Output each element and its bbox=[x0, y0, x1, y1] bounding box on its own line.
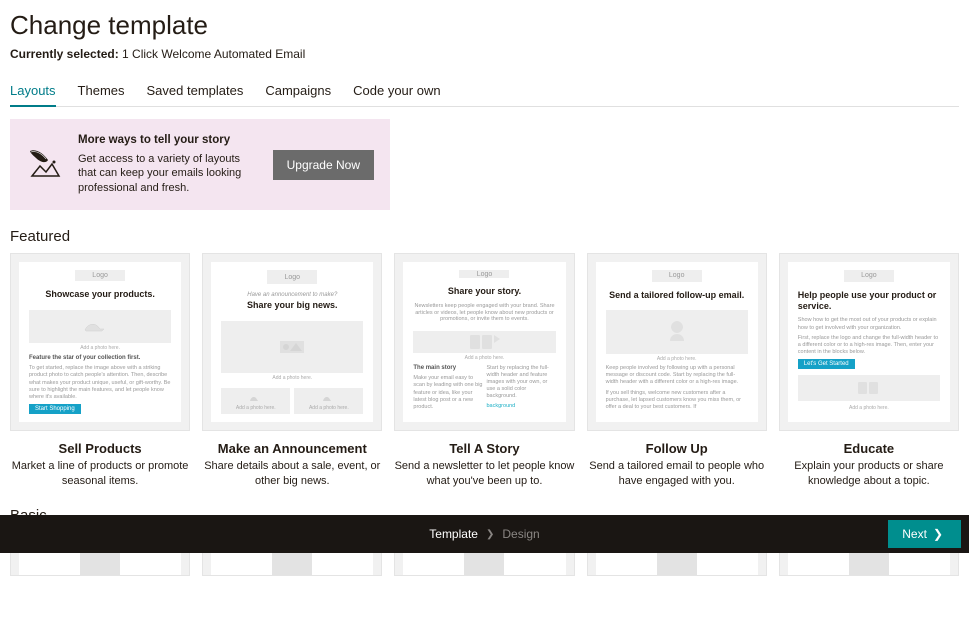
upgrade-button[interactable]: Upgrade Now bbox=[273, 150, 374, 180]
preview-intro: Newsletters keep people engaged with you… bbox=[413, 303, 555, 323]
breadcrumb-step-design[interactable]: Design bbox=[502, 527, 539, 541]
preview-image bbox=[221, 321, 363, 373]
preview-image bbox=[413, 331, 555, 353]
preview-photo-caption: Add a photo here. bbox=[29, 345, 171, 352]
template-name: Sell Products bbox=[10, 441, 190, 456]
tab-saved-templates[interactable]: Saved templates bbox=[147, 77, 244, 106]
chevron-right-icon: ❯ bbox=[486, 529, 494, 540]
preview-sub: Have an announcement to make? bbox=[247, 292, 337, 298]
template-educate[interactable]: Logo Help people use your product or ser… bbox=[779, 253, 959, 431]
tab-campaigns[interactable]: Campaigns bbox=[265, 77, 331, 106]
template-make-announcement[interactable]: Logo Have an announcement to make? Share… bbox=[202, 253, 382, 431]
template-desc: Send a tailored email to people who have… bbox=[587, 459, 767, 489]
next-button[interactable]: Next ❯ bbox=[888, 520, 961, 548]
template-card: Logo Have an announcement to make? Share… bbox=[202, 253, 382, 489]
preview-headline: Send a tailored follow-up email. bbox=[609, 290, 744, 301]
preview-link: background bbox=[487, 403, 556, 409]
banner-body: Get access to a variety of layouts that … bbox=[78, 152, 259, 197]
selected-template-line: Currently selected: 1 Click Welcome Auto… bbox=[10, 47, 959, 61]
upgrade-banner: More ways to tell your story Get access … bbox=[10, 119, 390, 210]
preview-headline: Share your story. bbox=[448, 286, 521, 297]
tab-themes[interactable]: Themes bbox=[78, 77, 125, 106]
banner-illustration-icon bbox=[26, 146, 64, 184]
template-desc: Explain your products or share knowledge… bbox=[779, 459, 959, 489]
chevron-right-icon: ❯ bbox=[933, 527, 943, 541]
template-name: Tell A Story bbox=[394, 441, 574, 456]
preview-headline: Share your big news. bbox=[247, 300, 338, 311]
template-desc: Market a line of products or promote sea… bbox=[10, 459, 190, 489]
section-featured-title: Featured bbox=[10, 228, 959, 245]
preview-image bbox=[798, 375, 940, 400]
preview-logo: Logo bbox=[844, 270, 894, 282]
wizard-footer: Template ❯ Design Next ❯ bbox=[0, 515, 969, 553]
preview-body: Keep people involved by following up wit… bbox=[606, 365, 748, 386]
template-name: Follow Up bbox=[587, 441, 767, 456]
preview-logo: Logo bbox=[652, 270, 702, 282]
preview-body: Make your email easy to scan by leading … bbox=[413, 375, 482, 411]
selected-value: 1 Click Welcome Automated Email bbox=[122, 47, 305, 61]
template-follow-up[interactable]: Logo Send a tailored follow-up email. Ad… bbox=[587, 253, 767, 431]
preview-body2: If you sell things, welcome new customer… bbox=[606, 390, 748, 411]
template-card: Logo Share your story. Newsletters keep … bbox=[394, 253, 574, 489]
next-button-label: Next bbox=[902, 527, 927, 541]
featured-grid: Logo Showcase your products. Add a photo… bbox=[10, 253, 959, 489]
template-card: Logo Send a tailored follow-up email. Ad… bbox=[587, 253, 767, 489]
banner-title: More ways to tell your story bbox=[78, 133, 259, 149]
template-sell-products[interactable]: Logo Showcase your products. Add a photo… bbox=[10, 253, 190, 431]
preview-image bbox=[29, 310, 171, 343]
preview-body2: Start by replacing the full-width header… bbox=[487, 365, 556, 401]
preview-logo: Logo bbox=[75, 270, 125, 281]
preview-photo-caption: Add a photo here. bbox=[606, 356, 748, 363]
template-desc: Share details about a sale, event, or ot… bbox=[202, 459, 382, 489]
preview-photo-caption: Add a photo here. bbox=[413, 355, 555, 362]
page-title: Change template bbox=[10, 10, 959, 41]
tabs-nav: Layouts Themes Saved templates Campaigns… bbox=[10, 77, 959, 107]
preview-lead: Feature the star of your collection firs… bbox=[29, 355, 171, 363]
preview-headline: Showcase your products. bbox=[45, 289, 155, 300]
preview-photo-caption: Add a photo here. bbox=[221, 375, 363, 382]
preview-body: First, replace the logo and change the f… bbox=[798, 335, 940, 356]
preview-photo-caption: Add a photo here. bbox=[798, 405, 940, 412]
template-card: Logo Help people use your product or ser… bbox=[779, 253, 959, 489]
preview-image bbox=[606, 310, 748, 353]
preview-intro: Show how to get the most out of your pro… bbox=[798, 317, 940, 331]
template-name: Educate bbox=[779, 441, 959, 456]
preview-logo: Logo bbox=[459, 270, 509, 278]
template-tell-story[interactable]: Logo Share your story. Newsletters keep … bbox=[394, 253, 574, 431]
preview-lead: The main story bbox=[413, 365, 482, 373]
preview-mini-left: Add a photo here. bbox=[221, 388, 290, 414]
breadcrumb-step-template[interactable]: Template bbox=[429, 527, 478, 541]
preview-body: To get started, replace the image above … bbox=[29, 365, 171, 401]
preview-mini-right: Add a photo here. bbox=[294, 388, 363, 414]
preview-logo: Logo bbox=[267, 270, 317, 284]
tab-layouts[interactable]: Layouts bbox=[10, 77, 56, 106]
template-desc: Send a newsletter to let people know wha… bbox=[394, 459, 574, 489]
tab-code-your-own[interactable]: Code your own bbox=[353, 77, 440, 106]
banner-text: More ways to tell your story Get access … bbox=[78, 133, 259, 196]
template-card: Logo Showcase your products. Add a photo… bbox=[10, 253, 190, 489]
template-name: Make an Announcement bbox=[202, 441, 382, 456]
selected-label: Currently selected: bbox=[10, 47, 119, 61]
preview-cta: Start Shopping bbox=[29, 404, 81, 414]
preview-headline: Help people use your product or service. bbox=[798, 290, 940, 312]
preview-cta: Let's Get Started bbox=[798, 359, 855, 369]
